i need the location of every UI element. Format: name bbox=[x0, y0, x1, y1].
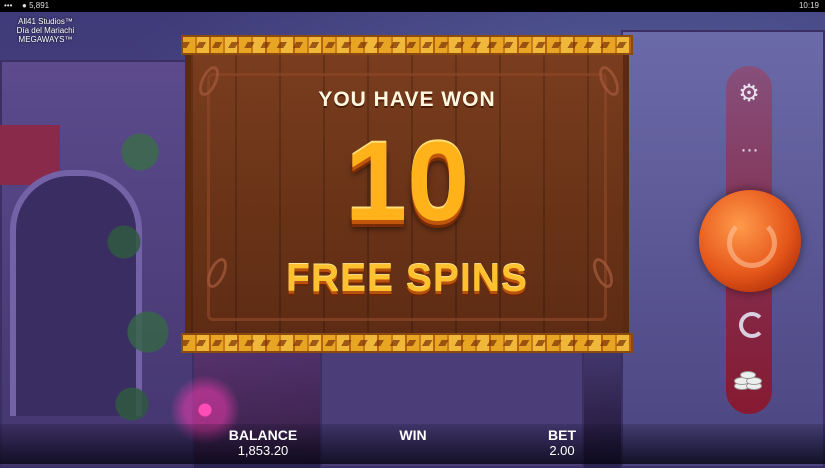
person-icon: ● bbox=[22, 1, 27, 10]
game-subtitle: MEGAWAYS™ bbox=[18, 35, 73, 44]
status-bar: ••• ● 5,891 10:19 bbox=[0, 0, 825, 12]
free-spins-popup[interactable]: YOU HAVE WON 10 FREE SPINS bbox=[181, 35, 633, 353]
popup-subheading: FREE SPINS bbox=[286, 257, 528, 300]
player-count-value: 5,891 bbox=[29, 1, 50, 10]
win-label: WIN bbox=[399, 427, 427, 443]
gear-icon: ⚙ bbox=[738, 80, 760, 107]
spin-button[interactable] bbox=[699, 190, 801, 292]
win-display: WIN bbox=[388, 427, 438, 443]
bet-settings-button[interactable] bbox=[734, 368, 764, 390]
autoplay-button[interactable] bbox=[739, 312, 765, 338]
grid-dots-icon: ⋯ bbox=[740, 140, 759, 160]
spin-icon bbox=[727, 218, 777, 268]
popup-top-trim bbox=[181, 35, 633, 55]
clock: 10:19 bbox=[798, 1, 819, 10]
bet-label: BET bbox=[548, 427, 576, 443]
bet-value: 2.00 bbox=[549, 443, 575, 458]
free-spins-count: 10 bbox=[344, 119, 470, 244]
game-name: Día del Mariachi bbox=[16, 26, 75, 35]
balance-label: BALANCE bbox=[228, 427, 298, 443]
balance-display: BALANCE 1,853.20 bbox=[213, 427, 313, 458]
game-title: All41 Studios™ Día del Mariachi MEGAWAYS… bbox=[8, 17, 83, 44]
vine-decoration bbox=[100, 80, 180, 440]
settings-button[interactable]: ⚙ bbox=[733, 78, 765, 110]
popup-bottom-trim bbox=[181, 333, 633, 353]
menu-button[interactable]: ⋯ bbox=[733, 134, 765, 166]
balance-value: 1,853.20 bbox=[237, 443, 289, 458]
menu-dots-icon[interactable]: ••• bbox=[4, 0, 12, 12]
bet-display: BET 2.00 bbox=[532, 427, 592, 458]
player-count: ● 5,891 bbox=[22, 0, 49, 12]
studio-name: All41 Studios™ bbox=[18, 17, 73, 26]
popup-heading: YOU HAVE WON bbox=[318, 88, 496, 111]
